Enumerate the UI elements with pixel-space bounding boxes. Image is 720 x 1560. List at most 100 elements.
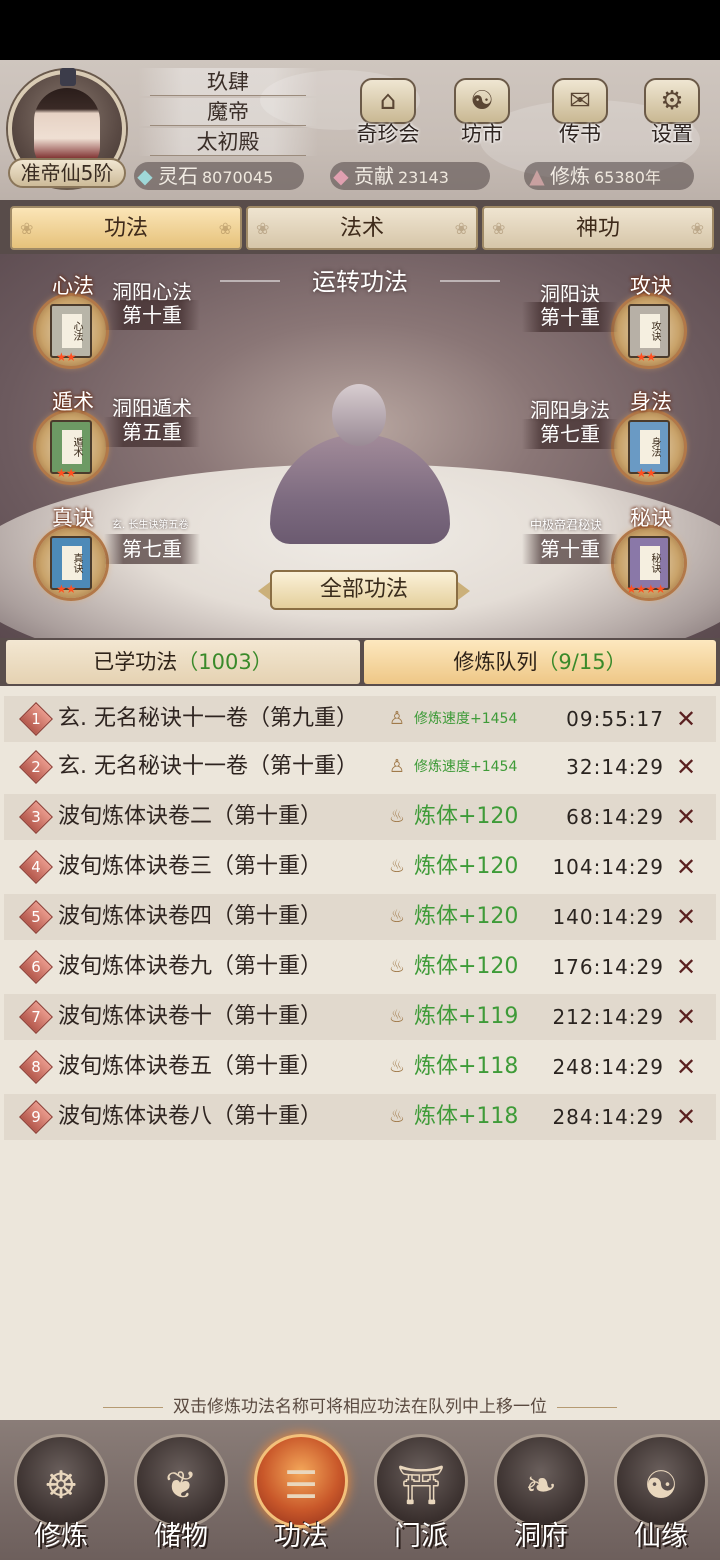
technique-effect: 炼体+120 [414,954,519,979]
technique-stage: 运转功法 心法 心法 ★★ 洞阳心法 第十重 遁术 遁术 ★★ 洞阳遁术 第五重… [0,254,720,638]
nav-sect[interactable]: ⛩ 门派 [366,1428,476,1556]
cancel-icon[interactable]: ✕ [672,954,700,980]
slot-category: 真诀 [52,506,94,530]
rank-badge: 6 [19,950,53,984]
player-rank: 准帝仙5阶 [8,158,126,188]
all-techniques-button[interactable]: 全部功法 [258,570,470,610]
technique-name[interactable]: 玄. 无名秘诀十一卷（第九重） [58,696,358,742]
cultivation-icon: ▲ [529,164,545,188]
technique-effect: 炼体+118 [414,1104,519,1129]
technique-name[interactable]: 波旬炼体诀卷五（第十重） [58,1044,322,1090]
settings-button[interactable]: ⚙ 设置 [634,78,710,150]
queue-row[interactable]: 6 波旬炼体诀卷九（第十重） ♨ 炼体+120 176:14:29 ✕ [4,944,716,990]
nav-cave-dwelling[interactable]: ❧ 洞府 [486,1428,596,1556]
cancel-icon[interactable]: ✕ [672,1104,700,1130]
technique-name[interactable]: 玄. 无名秘诀十一卷（第十重） [58,744,358,790]
star-rating: ★★ [636,466,656,480]
contribution-icon: ◆ [333,164,349,188]
status-bar [0,0,720,60]
slot-category: 身法 [630,390,672,414]
technique-name[interactable]: 波旬炼体诀卷三（第十重） [58,844,322,890]
technique-effect: 炼体+118 [414,1054,519,1079]
nav-storage[interactable]: ❦ 储物 [126,1428,236,1556]
incense-icon: ♨ [388,1106,406,1127]
player-name: 玖肆 [138,68,318,96]
queue-row[interactable]: 3 波旬炼体诀卷二（第十重） ♨ 炼体+120 68:14:29 ✕ [4,794,716,840]
star-rating: ★★ [56,466,76,480]
queue-row[interactable]: 4 波旬炼体诀卷三（第十重） ♨ 炼体+120 104:14:29 ✕ [4,844,716,890]
technique-effect: 修炼速度+1454 [414,759,518,775]
rank-badge: 8 [19,1050,53,1084]
technique-effect: 炼体+120 [414,804,519,829]
queue-row[interactable]: 9 波旬炼体诀卷八（第十重） ♨ 炼体+118 284:14:29 ✕ [4,1094,716,1140]
star-rating: ★★★★ [626,582,666,596]
rank-badge: 7 [19,1000,53,1034]
tab-gongfa[interactable]: 功法 [10,206,242,250]
bottom-nav: ☸ 修炼 ❦ 储物 ☰ 功法 ⛩ 门派 ❧ 洞府 ☯ 仙缘 [0,1420,720,1560]
queue-row[interactable]: 5 波旬炼体诀卷四（第十重） ♨ 炼体+120 140:14:29 ✕ [4,894,716,940]
spirit-stone-icon: ◆ [137,164,153,188]
tab-learned-techniques[interactable]: 已学功法（1003） [6,640,360,684]
nav-cultivate[interactable]: ☸ 修炼 [6,1428,116,1556]
star-rating: ★★ [56,350,76,364]
cancel-icon[interactable]: ✕ [672,754,700,780]
cancel-icon[interactable]: ✕ [672,706,700,732]
rank-badge: 3 [19,800,53,834]
technique-effect: 修炼速度+1454 [414,711,518,727]
slot-level: 第十重 [522,302,618,332]
incense-icon: ♨ [388,856,406,877]
cancel-icon[interactable]: ✕ [672,804,700,830]
remaining-time: 248:14:29 [552,1055,664,1079]
queue-subtabs: 已学功法（1003） 修炼队列（9/15） [0,638,720,686]
remaining-time: 104:14:29 [552,855,664,879]
spirit-stone-resource: 灵石 8070045 [158,164,274,188]
market-button[interactable]: ☯ 坊市 [444,78,520,150]
technique-name[interactable]: 波旬炼体诀卷十（第十重） [58,994,322,1040]
mail-button[interactable]: ✉ 传书 [542,78,618,150]
queue-row[interactable]: 8 波旬炼体诀卷五（第十重） ♨ 炼体+118 248:14:29 ✕ [4,1044,716,1090]
meditating-sage-figure [270,384,450,544]
nav-techniques[interactable]: ☰ 功法 [246,1428,356,1556]
cancel-icon[interactable]: ✕ [672,854,700,880]
rank-badge: 5 [19,900,53,934]
player-title: 魔帝 [138,98,318,126]
rank-badge: 2 [19,750,53,784]
queue-hint: 双击修炼功法名称可将相应功法在队列中上移一位 [0,1392,720,1418]
meditation-icon: ♙ [388,708,406,729]
technique-name[interactable]: 波旬炼体诀卷四（第十重） [58,894,322,940]
technique-effect: 炼体+120 [414,904,519,929]
remaining-time: 32:14:29 [566,755,664,779]
rank-badge: 9 [19,1100,53,1134]
incense-icon: ♨ [388,956,406,977]
remaining-time: 09:55:17 [566,707,664,731]
tab-shengong[interactable]: 神功 [482,206,714,250]
contribution-resource: 贡献 23143 [354,164,449,188]
queue-row[interactable]: 2 玄. 无名秘诀十一卷（第十重） ♙ 修炼速度+1454 32:14:29 ✕ [4,744,716,790]
star-rating: ★★ [56,582,76,596]
cancel-icon[interactable]: ✕ [672,904,700,930]
queue-row[interactable]: 1 玄. 无名秘诀十一卷（第九重） ♙ 修炼速度+1454 09:55:17 ✕ [4,696,716,742]
slot-level: 第五重 [104,417,200,447]
technique-name[interactable]: 波旬炼体诀卷二（第十重） [58,794,322,840]
technique-effect: 炼体+120 [414,854,519,879]
remaining-time: 284:14:29 [552,1105,664,1129]
remaining-time: 68:14:29 [566,805,664,829]
incense-icon: ♨ [388,1056,406,1077]
game-screen: { "player": { "rank": "准帝仙5阶", "name": "… [0,0,720,1560]
cultivation-resource: 修炼 65380年 [550,164,661,188]
queue-row[interactable]: 7 波旬炼体诀卷十（第十重） ♨ 炼体+119 212:14:29 ✕ [4,994,716,1040]
cancel-icon[interactable]: ✕ [672,1004,700,1030]
training-queue-list: 1 玄. 无名秘诀十一卷（第九重） ♙ 修炼速度+1454 09:55:17 ✕… [0,686,720,1420]
star-rating: ★★ [636,350,656,364]
technique-name[interactable]: 波旬炼体诀卷八（第十重） [58,1094,322,1140]
technique-name[interactable]: 波旬炼体诀卷九（第十重） [58,944,322,990]
incense-icon: ♨ [388,906,406,927]
treasure-fair-button[interactable]: ⌂ 奇珍会 [350,78,426,150]
technique-effect: 炼体+119 [414,1004,519,1029]
slot-name: 中极帝君秘诀 [530,518,603,532]
cancel-icon[interactable]: ✕ [672,1054,700,1080]
tab-fashu[interactable]: 法术 [246,206,478,250]
slot-level: 第七重 [104,534,200,564]
tab-training-queue[interactable]: 修炼队列（9/15） [364,640,716,684]
nav-fate[interactable]: ☯ 仙缘 [606,1428,716,1556]
